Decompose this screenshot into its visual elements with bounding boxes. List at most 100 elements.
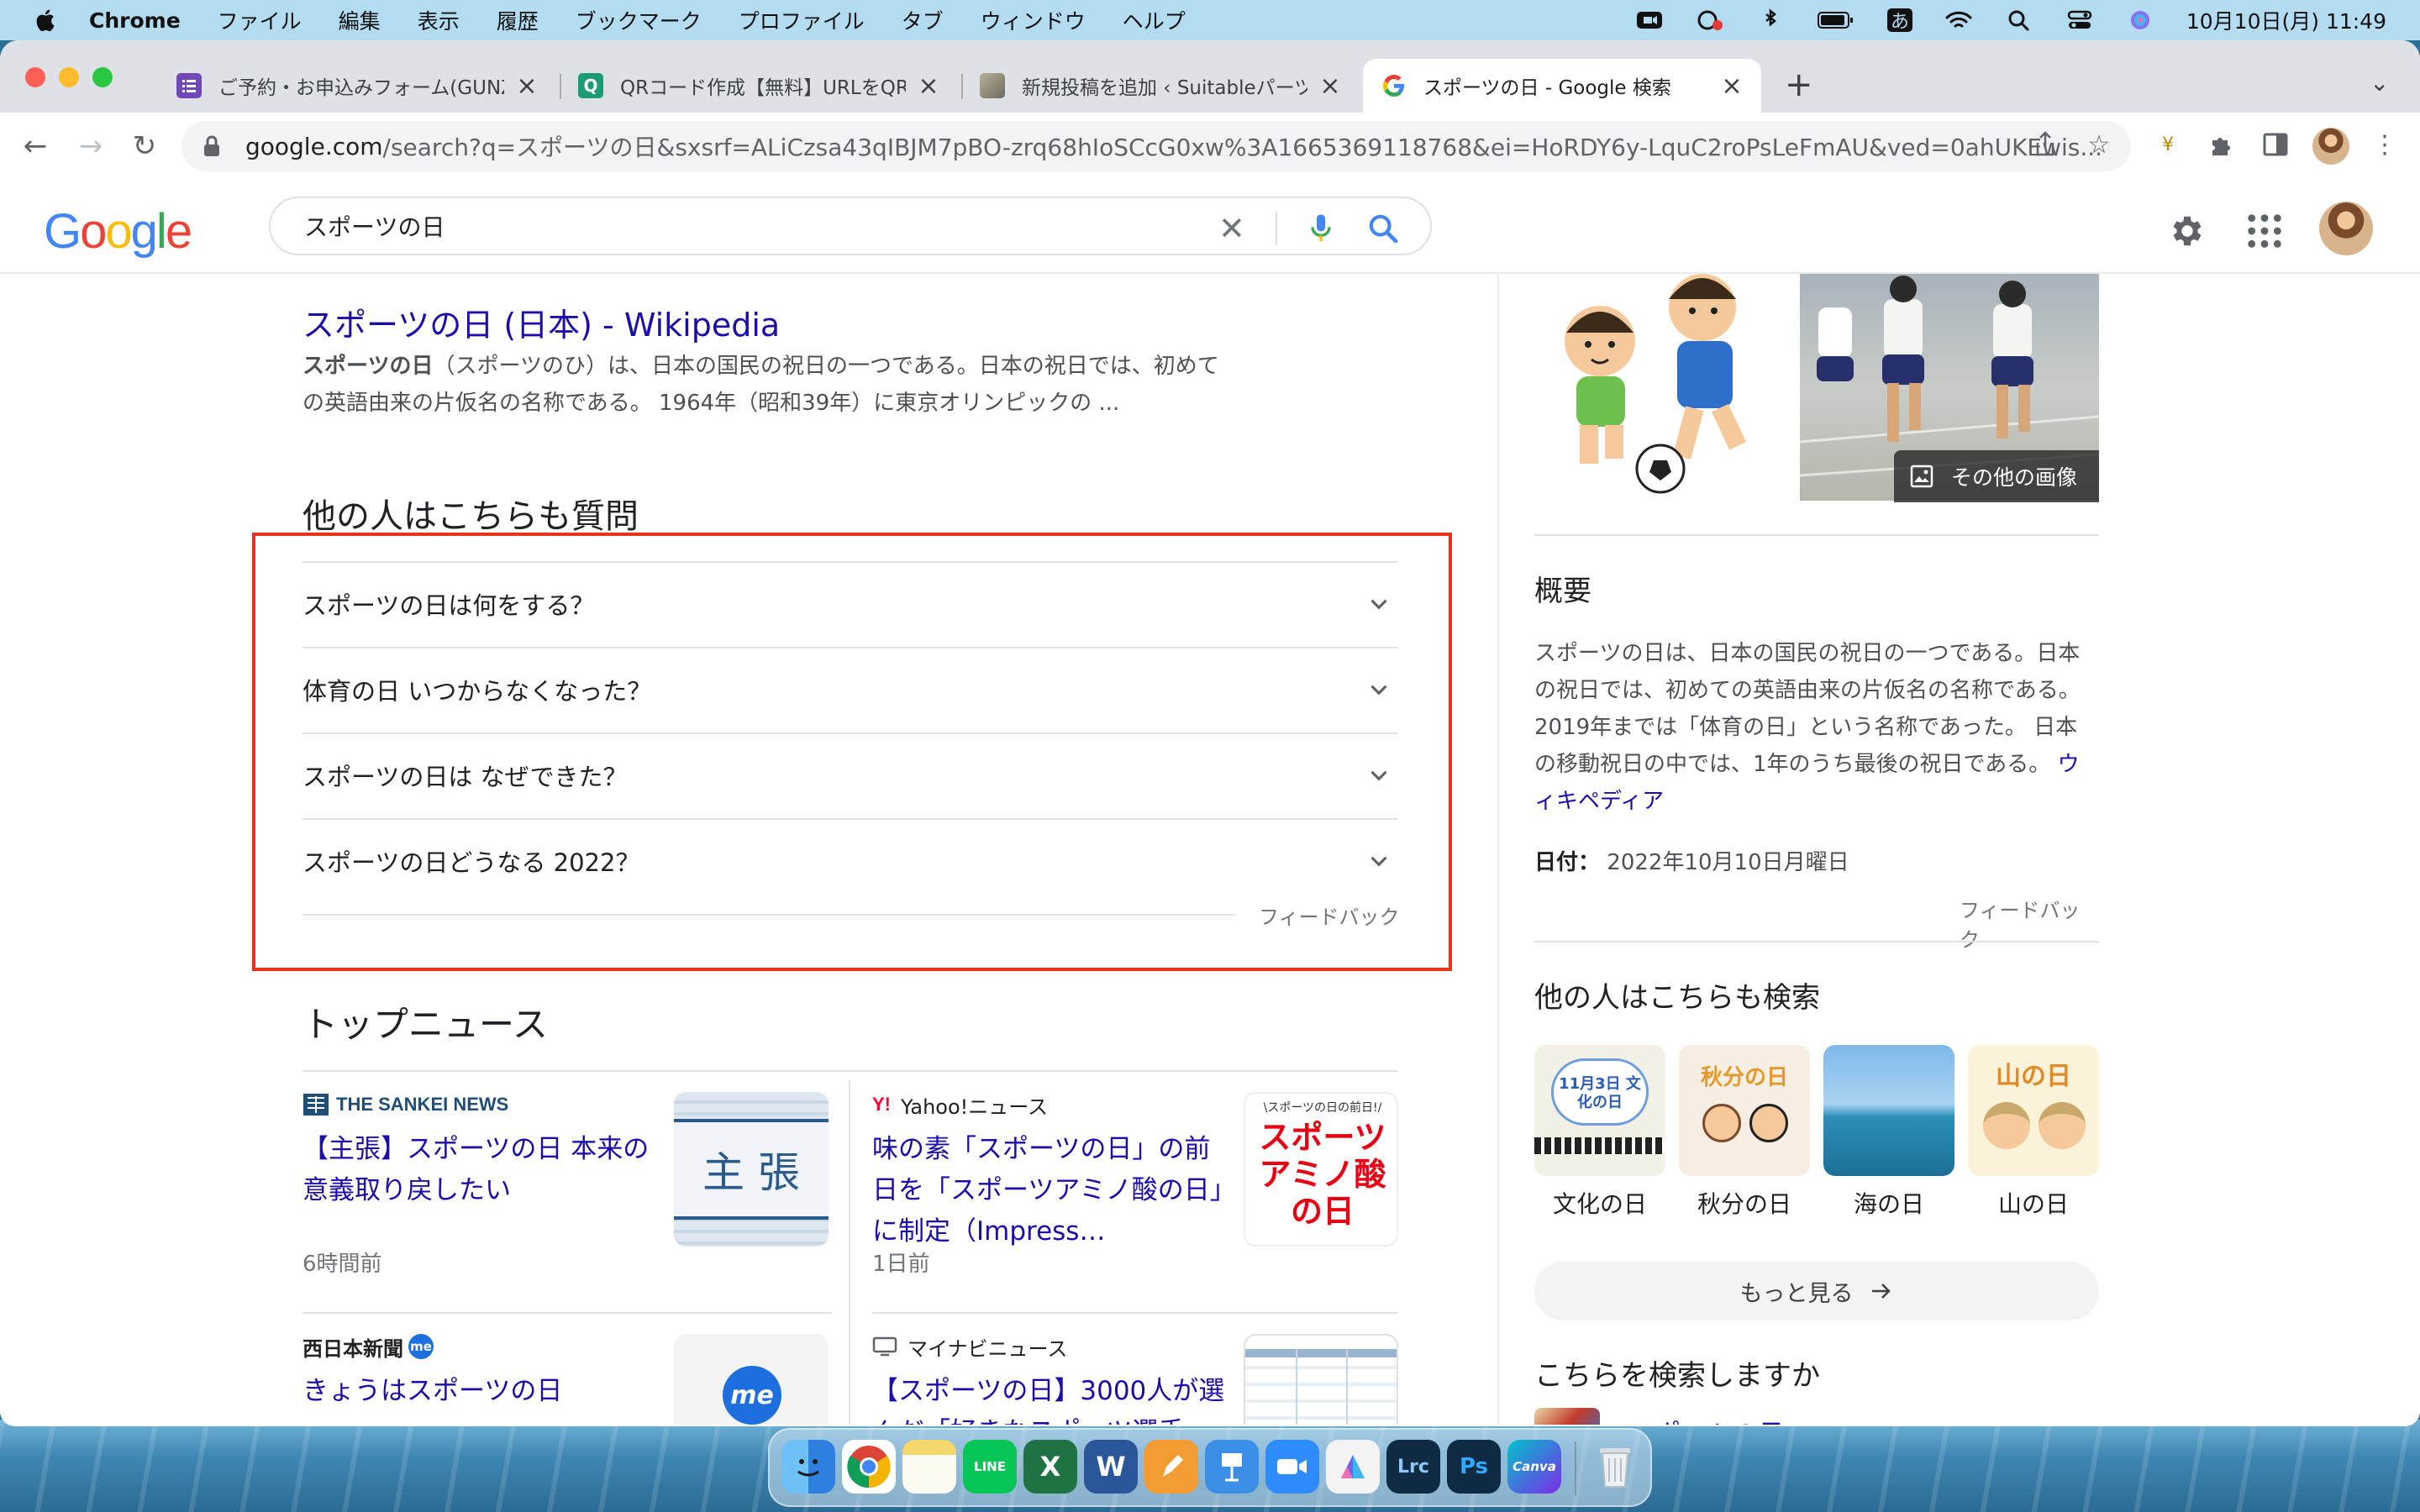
finder-icon[interactable]: [781, 1440, 835, 1494]
wifi-icon[interactable]: [1944, 8, 1973, 32]
side-panel-icon[interactable]: [2259, 128, 2292, 161]
menu-view[interactable]: 表示: [418, 5, 460, 35]
input-method-icon[interactable]: あ: [1886, 8, 1912, 33]
related-card-bunka[interactable]: 11月3日 文化の日 文化の日: [1534, 1045, 1665, 1220]
address-bar[interactable]: google.com/search?q=スポーツの日&sxsrf=ALiCzsa…: [182, 121, 2131, 171]
battery-icon[interactable]: [1817, 8, 1855, 32]
menu-help[interactable]: ヘルプ: [1123, 5, 1186, 35]
kp-image-illustration[interactable]: [1534, 274, 1793, 501]
spotlight-search-icon[interactable]: [2005, 8, 2033, 32]
tab-close-icon[interactable]: ×: [1319, 71, 1341, 101]
share-icon[interactable]: [2028, 128, 2062, 161]
tab-search-chevron-icon[interactable]: ⌄: [2370, 69, 2389, 97]
siri-icon[interactable]: [2126, 8, 2154, 32]
google-account-avatar[interactable]: [2319, 202, 2373, 255]
did-you-mean-heading: こちらを検索しますか: [1534, 1359, 1820, 1393]
control-center-icon[interactable]: [2065, 8, 2094, 32]
menu-window[interactable]: ウィンドウ: [981, 5, 1086, 35]
related-card-umi[interactable]: 海の日: [1823, 1045, 1954, 1220]
tab-close-icon[interactable]: ×: [516, 71, 538, 101]
canva-icon[interactable]: Canva: [1507, 1440, 1561, 1494]
line-icon[interactable]: LINE: [963, 1440, 1017, 1494]
news-card-nishinippon[interactable]: 西日本新聞 me きょうはスポーツの日 me 西日本新聞: [302, 1334, 832, 1425]
news-card-sankei[interactable]: THE SANKEI NEWS 【主張】スポーツの日 本来の意義取り戻したい 6…: [302, 1092, 832, 1285]
news-title[interactable]: 味の素「スポーツの日」の前日を「スポーツアミノ酸の日」に制定（Impress…: [872, 1129, 1225, 1252]
search-icon[interactable]: [1366, 212, 1400, 245]
new-tab-plus-icon[interactable]: +: [1785, 66, 1813, 104]
tab-close-icon[interactable]: ×: [1721, 71, 1743, 101]
window-close-button[interactable]: [25, 67, 45, 87]
news-thumbnail[interactable]: \スポーツの日の前日!/ スポーツアミノ酸の日: [1244, 1092, 1398, 1247]
keynote-icon[interactable]: [1205, 1440, 1259, 1494]
back-arrow-icon[interactable]: ←: [17, 128, 54, 165]
chrome-menu-icon[interactable]: ⋮: [2368, 128, 2402, 161]
bookmark-star-icon[interactable]: ☆: [2082, 128, 2116, 161]
tab-google-search[interactable]: スポーツの日 - Google 検索 ×: [1363, 59, 1761, 113]
tab-qr-code[interactable]: Q QRコード作成【無料】URLをQR ×: [560, 59, 958, 113]
affinity-icon[interactable]: [1326, 1440, 1380, 1494]
news-thumbnail[interactable]: me 西日本新聞: [674, 1334, 829, 1425]
menu-app-name[interactable]: Chrome: [89, 8, 181, 33]
news-card-yahoo[interactable]: Y! Yahoo!ニュース 味の素「スポーツの日」の前日を「スポーツアミノ酸の日…: [872, 1092, 1402, 1285]
clear-search-icon[interactable]: ✕: [1218, 210, 1245, 247]
suggestion-link[interactable]: スポーツの日: [1628, 1413, 1784, 1425]
related-thumbnail: 山の日: [1968, 1045, 2099, 1176]
news-title[interactable]: 【スポーツの日】3000人が選んだ「好きなスポーツ選手」は…: [872, 1371, 1225, 1425]
forward-arrow-icon[interactable]: →: [72, 128, 109, 165]
kp-feedback-link[interactable]: フィードバック: [1960, 894, 2099, 953]
menu-file[interactable]: ファイル: [218, 5, 302, 35]
chevron-right-icon[interactable]: ›: [2065, 1416, 2075, 1425]
word-icon[interactable]: W: [1084, 1440, 1138, 1494]
google-apps-grid-icon[interactable]: [2245, 212, 2284, 250]
menu-history[interactable]: 履歴: [497, 5, 539, 35]
menu-edit[interactable]: 編集: [339, 5, 381, 35]
snippet-bold: スポーツの日: [302, 354, 434, 379]
microphone-icon[interactable]: [1304, 212, 1338, 245]
extensions-puzzle-icon[interactable]: [2205, 128, 2238, 161]
news-title[interactable]: きょうはスポーツの日: [302, 1371, 655, 1412]
menu-tab[interactable]: タブ: [902, 5, 944, 35]
reload-icon[interactable]: ↻: [126, 128, 163, 165]
zoom-video-icon[interactable]: [1635, 8, 1664, 32]
more-images-button[interactable]: その他の画像: [1894, 450, 2099, 502]
wikipedia-result-title[interactable]: スポーツの日 (日本) - Wikipedia: [302, 299, 780, 345]
suggestion-thumbnail[interactable]: [1534, 1408, 1600, 1425]
tab-reservation-form[interactable]: ご予約・お申込みフォーム(GUNZE ×: [158, 59, 556, 113]
news-thumbnail[interactable]: [1244, 1334, 1398, 1425]
settings-gear-icon[interactable]: [2168, 212, 2207, 250]
trash-icon[interactable]: [1588, 1440, 1642, 1494]
apple-icon[interactable]: [34, 8, 55, 33]
news-card-mynavi[interactable]: マイナビニュース 【スポーツの日】3000人が選んだ「好きなスポーツ選手」は…: [872, 1334, 1402, 1425]
window-zoom-button[interactable]: [92, 67, 113, 87]
related-card-yama[interactable]: 山の日 山の日: [1968, 1045, 2099, 1220]
yen-extension-icon[interactable]: ¥: [2151, 128, 2185, 161]
child-face: [2039, 1102, 2086, 1149]
pages-icon[interactable]: [1144, 1440, 1198, 1494]
related-thumbnail: 秋分の日: [1679, 1045, 1810, 1176]
bluetooth-icon[interactable]: [1756, 8, 1785, 32]
search-input[interactable]: [304, 207, 1195, 245]
thumbnail-text: 山の日: [1996, 1062, 2071, 1091]
zoom-icon[interactable]: [1265, 1440, 1319, 1494]
news-thumbnail[interactable]: 主 張: [674, 1092, 829, 1247]
thumbnail-text: スポーツアミノ酸の日: [1259, 1119, 1386, 1230]
window-minimize-button[interactable]: [59, 67, 79, 87]
chrome-icon[interactable]: [842, 1440, 896, 1494]
menu-bar-clock[interactable]: 10月10日(月) 11:49: [2186, 5, 2386, 35]
menu-profiles[interactable]: プロファイル: [739, 5, 865, 35]
tab-close-icon[interactable]: ×: [918, 71, 939, 101]
news-title[interactable]: 【主張】スポーツの日 本来の意義取り戻したい: [302, 1129, 655, 1211]
profile-avatar[interactable]: [2312, 128, 2349, 165]
photoshop-icon[interactable]: Ps: [1447, 1440, 1501, 1494]
excel-icon[interactable]: X: [1023, 1440, 1077, 1494]
google-logo[interactable]: Google: [44, 203, 192, 260]
menu-bookmarks[interactable]: ブックマーク: [576, 5, 702, 35]
creative-cloud-icon[interactable]: [1696, 8, 1724, 32]
notes-icon[interactable]: [902, 1440, 956, 1494]
tab-wordpress-new-post[interactable]: 新規投稿を追加 ‹ Suitableパーツ ×: [961, 59, 1360, 113]
lock-icon[interactable]: [202, 134, 222, 158]
lightroom-icon[interactable]: Lrc: [1386, 1440, 1440, 1494]
related-thumbnail: [1823, 1045, 1954, 1176]
related-card-shubun[interactable]: 秋分の日 秋分の日: [1679, 1045, 1810, 1220]
show-more-button[interactable]: もっと見る: [1534, 1262, 2099, 1320]
